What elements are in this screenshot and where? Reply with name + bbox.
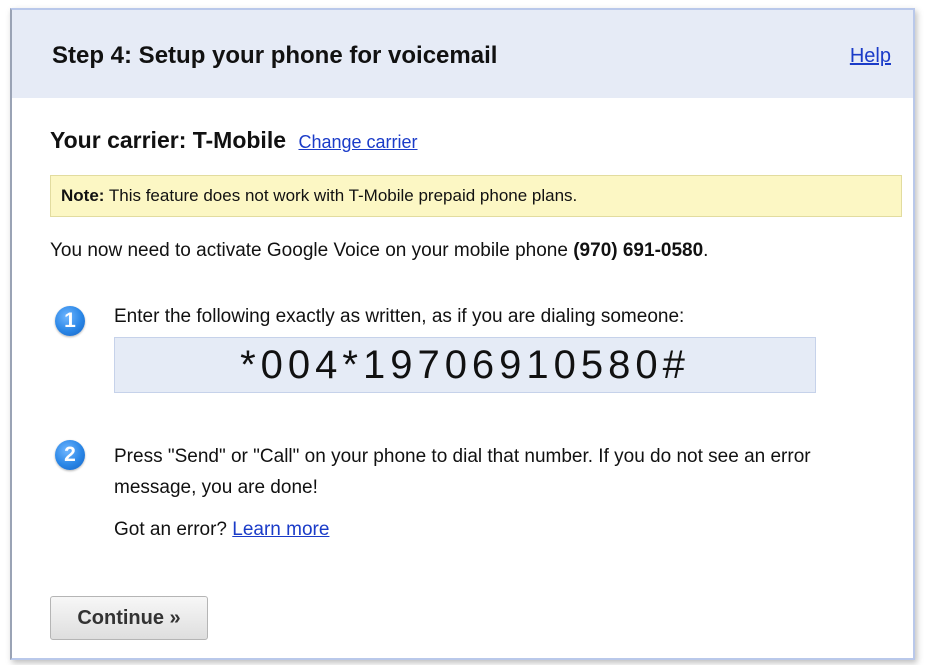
step-1-number-icon: 1	[55, 306, 85, 336]
dialog-header: Step 4: Setup your phone for voicemail H…	[12, 10, 913, 98]
change-carrier-link[interactable]: Change carrier	[298, 132, 417, 152]
step-2-text: Press "Send" or "Call" on your phone to …	[114, 446, 811, 498]
phone-number: (970) 691-0580	[573, 240, 704, 261]
carrier-label: Your carrier: T-Mobile	[50, 127, 287, 153]
error-help-row: Got an error? Learn more	[114, 519, 329, 541]
step-1-text: Enter the following exactly as written, …	[114, 306, 685, 327]
help-link[interactable]: Help	[850, 45, 891, 68]
activation-text: You now need to activate Google Voice on…	[50, 240, 574, 261]
error-text: Got an error?	[114, 519, 233, 540]
learn-more-link[interactable]: Learn more	[232, 519, 329, 540]
note-text: This feature does not work with T-Mobile…	[104, 186, 578, 205]
note-banner: Note: This feature does not work with T-…	[50, 175, 902, 217]
continue-button[interactable]: Continue »	[50, 596, 208, 640]
step-2-number-icon: 2	[55, 440, 85, 470]
voicemail-setup-dialog: Step 4: Setup your phone for voicemail H…	[10, 8, 915, 660]
note-prefix: Note:	[61, 186, 105, 205]
dialog-title: Step 4: Setup your phone for voicemail	[52, 42, 498, 69]
activation-suffix: .	[703, 240, 709, 261]
activation-instruction: You now need to activate Google Voice on…	[50, 240, 708, 262]
dial-code: *004*19706910580#	[114, 337, 816, 393]
carrier-row: Your carrier: T-Mobile Change carrier	[50, 127, 418, 154]
